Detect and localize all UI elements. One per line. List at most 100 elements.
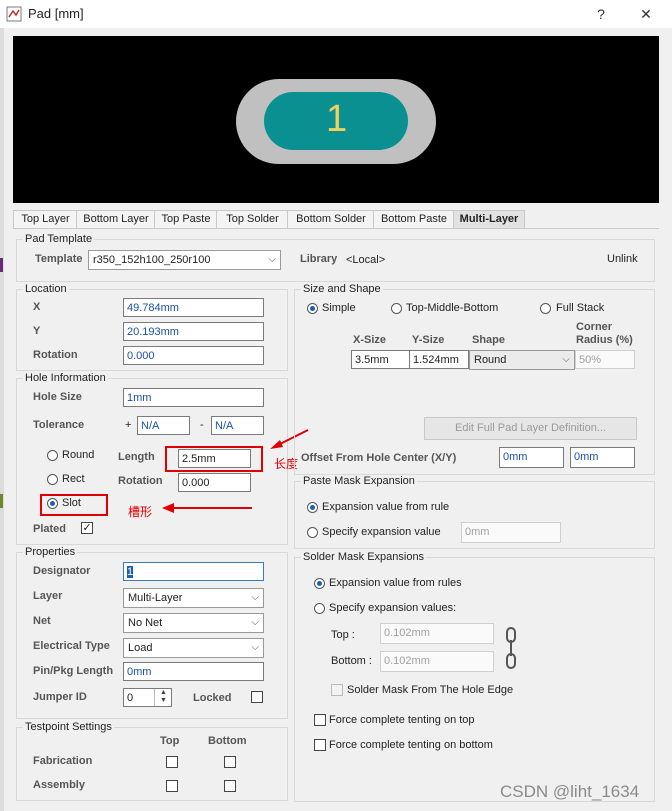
y-size-input[interactable]: 1.524mm [409,350,469,369]
tolerance-minus-input[interactable]: N/A [211,416,264,435]
x-input[interactable]: 49.784mm [123,298,264,317]
offset-y-input[interactable]: 0mm [570,447,635,468]
simple-label: Simple [322,302,356,314]
plus-sign: + [125,419,132,431]
solder-from-rules-radio[interactable] [314,578,325,589]
corner-radius-input[interactable]: 50% [575,350,635,369]
testpoint-title: Testpoint Settings [23,721,114,733]
paste-value-input[interactable]: 0mm [461,522,561,543]
simple-radio[interactable] [307,303,318,314]
layer-value: Multi-Layer [128,592,183,604]
edge-marker [0,494,3,508]
x-size-input[interactable]: 3.5mm [351,350,410,369]
unlink-link[interactable]: Unlink [607,253,638,265]
tent-top-checkbox[interactable] [314,714,326,726]
solder-specify-radio[interactable] [314,603,325,614]
top-middle-bottom-radio[interactable] [391,303,402,314]
top-middle-bottom-label: Top-Middle-Bottom [406,302,499,314]
edit-full-pad-layer-button[interactable]: Edit Full Pad Layer Definition... [424,417,637,440]
layer-label: Layer [33,590,63,602]
tent-bottom-checkbox[interactable] [314,739,326,751]
x-size-header: X-Size [353,334,387,346]
library-label: Library [300,253,338,265]
y-size-header: Y-Size [412,334,445,346]
solder-mask-group: Solder Mask Expansions [294,551,655,802]
pin-pkg-length-label: Pin/Pkg Length [33,665,114,677]
round-radio[interactable] [47,450,58,461]
tab-top-layer[interactable]: Top Layer [13,210,78,228]
paste-specify-radio[interactable] [307,527,318,538]
chevron-down-icon: ⌵ [251,617,259,628]
locked-checkbox[interactable] [251,691,263,703]
testpoint-top-header: Top [160,735,180,747]
solder-top-label: Top : [331,629,355,641]
slot-highlight-box [40,494,108,516]
full-stack-radio[interactable] [540,303,551,314]
plated-checkbox[interactable]: ✓ [81,522,93,534]
pad-template-title: Pad Template [23,233,95,245]
assembly-label: Assembly [33,779,85,791]
fabrication-top-checkbox[interactable] [166,756,178,768]
tab-top-solder[interactable]: Top Solder [216,210,289,228]
solder-from-hole-checkbox[interactable] [331,684,343,696]
tolerance-plus-input[interactable]: N/A [137,416,190,435]
solder-from-hole-label: Solder Mask From The Hole Edge [347,684,514,696]
chevron-down-icon: ⌵ [251,642,259,653]
tab-bottom-solder[interactable]: Bottom Solder [287,210,375,228]
solder-specify-label: Specify expansion values: [329,602,457,614]
fabrication-bottom-checkbox[interactable] [224,756,236,768]
length-label: Length [118,451,155,463]
rotation-input[interactable]: 0.000 [123,346,264,365]
title-bar: Pad [mm] ? ✕ [0,0,672,28]
tent-bottom-label: Force complete tenting on bottom [329,739,493,751]
hole-rotation-input[interactable]: 0.000 [178,473,251,492]
shape-select[interactable]: Round ⌵ [469,350,575,370]
minus-sign: - [200,419,204,431]
rect-radio[interactable] [47,474,58,485]
template-label: Template [35,253,83,265]
electrical-type-select[interactable]: Load ⌵ [123,638,264,658]
paste-from-rule-label: Expansion value from rule [322,501,450,513]
close-button[interactable]: ✕ [634,4,658,24]
corner-radius-header: Radius (%) [576,334,633,346]
hole-size-input[interactable]: 1mm [123,388,264,407]
solder-mask-title: Solder Mask Expansions [301,551,427,563]
pad-preview: 1 [13,36,659,203]
solder-top-input[interactable]: 0.102mm [380,623,494,644]
tab-top-paste[interactable]: Top Paste [154,210,218,228]
assembly-top-checkbox[interactable] [166,780,178,792]
edge-marker [0,258,3,272]
solder-bottom-input[interactable]: 0.102mm [380,651,494,672]
net-label: Net [33,615,51,627]
chevron-down-icon: ⌵ [251,592,259,603]
y-input[interactable]: 20.193mm [123,322,264,341]
pad-number: 1 [326,98,348,140]
help-button[interactable]: ? [589,4,613,24]
tab-bottom-paste[interactable]: Bottom Paste [373,210,455,228]
slot-arrow-icon [162,503,252,513]
paste-specify-label: Specify expansion value [322,526,441,538]
y-label: Y [33,325,41,337]
testpoint-bottom-header: Bottom [208,735,247,747]
designator-input[interactable]: 1 [123,562,264,581]
template-select[interactable]: r350_152h100_250r100 ⌵ [88,250,281,270]
layer-select[interactable]: Multi-Layer ⌵ [123,588,264,608]
locked-label: Locked [193,692,232,704]
pin-pkg-length-input[interactable]: 0mm [123,662,264,681]
solder-from-rules-label: Expansion value from rules [329,577,462,589]
chain-link-icon[interactable] [504,627,518,669]
offset-label: Offset From Hole Center (X/Y) [301,452,457,464]
tab-bottom-layer[interactable]: Bottom Layer [76,210,156,228]
net-value: No Net [128,617,163,629]
properties-title: Properties [23,546,78,558]
electrical-type-label: Electrical Type [33,640,110,652]
location-title: Location [23,283,69,295]
tab-multi-layer[interactable]: Multi-Layer [453,210,525,228]
assembly-bottom-checkbox[interactable] [224,780,236,792]
paste-from-rule-radio[interactable] [307,502,318,513]
window-title: Pad [mm] [28,6,84,21]
jumper-spinner[interactable]: ▲ ▼ [154,689,172,706]
template-value: r350_152h100_250r100 [93,254,211,266]
net-select[interactable]: No Net ⌵ [123,613,264,633]
offset-x-input[interactable]: 0mm [499,447,564,468]
